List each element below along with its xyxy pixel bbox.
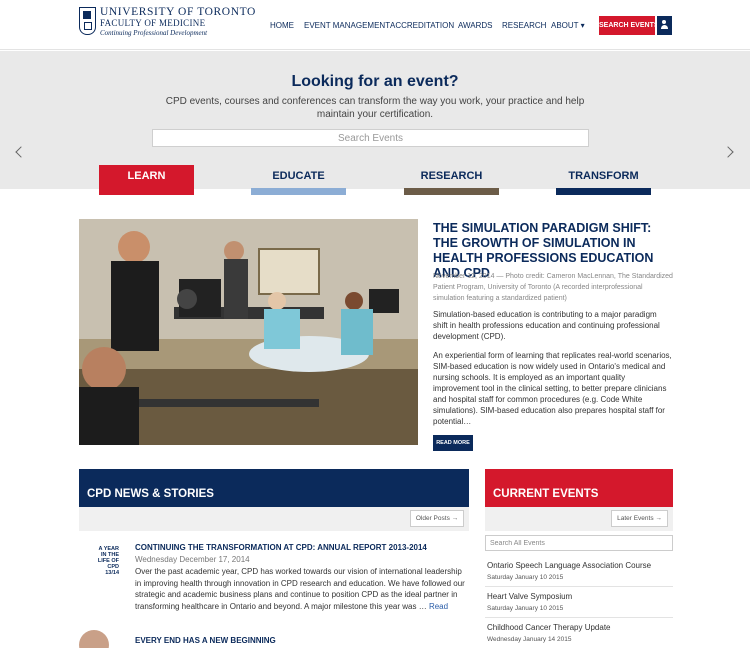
news-item-avatar: [79, 630, 109, 648]
nav-home[interactable]: HOME: [270, 21, 294, 30]
tab-transform-bar: [556, 188, 651, 195]
hero-description: CPD events, courses and conferences can …: [165, 96, 585, 120]
chevron-right-icon[interactable]: [722, 146, 734, 158]
tab-transform-label: TRANSFORM: [568, 170, 639, 182]
tab-learn[interactable]: LEARN: [99, 165, 194, 195]
crest-icon: [79, 7, 96, 35]
feature-paragraph-2: An experiential form of learning that re…: [433, 351, 672, 426]
news-title: CPD NEWS & STORIES: [87, 488, 214, 500]
older-posts-button[interactable]: Older Posts →: [410, 510, 464, 527]
event-title[interactable]: Childhood Cancer Therapy Update: [487, 623, 610, 632]
nav-research[interactable]: RESEARCH: [502, 21, 546, 30]
news-header: CPD NEWS & STORIES: [79, 469, 469, 507]
tab-learn-bar: [99, 188, 194, 195]
event-date: Saturday January 10 2015: [487, 605, 564, 612]
tab-research-label: RESEARCH: [420, 170, 483, 182]
search-events-button[interactable]: SEARCH EVENTS: [599, 16, 659, 35]
tab-transform[interactable]: TRANSFORM: [556, 165, 651, 195]
feature-paragraph-1: Simulation-based education is contributi…: [433, 310, 660, 341]
events-toolbar: Later Events →: [485, 507, 673, 531]
news-toolbar: Older Posts →: [79, 507, 469, 531]
logo-faculty: FACULTY OF MEDICINE: [100, 18, 206, 28]
event-title[interactable]: Heart Valve Symposium: [487, 592, 572, 601]
event-date: Wednesday January 14 2015: [487, 636, 572, 643]
news-item-title[interactable]: EVERY END HAS A NEW BEGINNING: [135, 636, 276, 645]
logo-university: UNIVERSITY OF TORONTO: [100, 6, 256, 18]
nav-about-dropdown[interactable]: ABOUT ▾: [551, 21, 585, 30]
logo-text: UNIVERSITY OF TORONTO FACULTY OF MEDICIN…: [100, 6, 260, 38]
feature-meta: November 12, 2014 — Photo credit: Camero…: [433, 273, 673, 302]
annual-report-thumbnail[interactable]: A YEAR IN THE LIFE OF CPD 13/14: [79, 546, 119, 576]
event-date: Saturday January 10 2015: [487, 574, 564, 581]
news-item-title[interactable]: CONTINUING THE TRANSFORMATION AT CPD: AN…: [135, 543, 427, 552]
tab-educate-label: EDUCATE: [272, 170, 325, 182]
tab-educate[interactable]: EDUCATE: [251, 165, 346, 195]
events-header: CURRENT EVENTS: [485, 469, 673, 507]
events-search-input[interactable]: [485, 535, 673, 551]
tab-educate-bar: [251, 188, 346, 195]
logo-department: Continuing Professional Development: [100, 29, 208, 37]
later-events-button[interactable]: Later Events →: [611, 510, 668, 527]
events-title: CURRENT EVENTS: [493, 488, 599, 500]
tab-research-bar: [404, 188, 499, 195]
read-more-button[interactable]: READ MORE: [433, 435, 473, 451]
chevron-left-icon[interactable]: [15, 146, 27, 158]
tab-learn-label: LEARN: [127, 170, 166, 182]
user-icon[interactable]: [657, 16, 672, 35]
hero-search-input[interactable]: [152, 129, 589, 147]
event-divider: [485, 617, 673, 618]
event-title[interactable]: Ontario Speech Language Association Cour…: [487, 561, 651, 570]
news-item-body: Over the past academic year, CPD has wor…: [135, 566, 465, 612]
nav-event-management[interactable]: EVENT MANAGEMENT: [304, 21, 390, 30]
nav-accreditation[interactable]: ACCREDITATION: [390, 21, 454, 30]
news-item-excerpt: Over the past academic year, CPD has wor…: [135, 567, 465, 611]
nav-awards[interactable]: AWARDS: [458, 21, 493, 30]
news-read-link[interactable]: Read: [429, 602, 448, 611]
thumb-line: 13/14: [105, 570, 119, 576]
feature-photo[interactable]: [79, 219, 418, 445]
site-header: UNIVERSITY OF TORONTO FACULTY OF MEDICIN…: [0, 0, 750, 50]
hero-title: Looking for an event?: [291, 73, 459, 90]
news-item-date: Wednesday December 17, 2014: [135, 555, 250, 564]
tab-research[interactable]: RESEARCH: [404, 165, 499, 195]
event-divider: [485, 586, 673, 587]
